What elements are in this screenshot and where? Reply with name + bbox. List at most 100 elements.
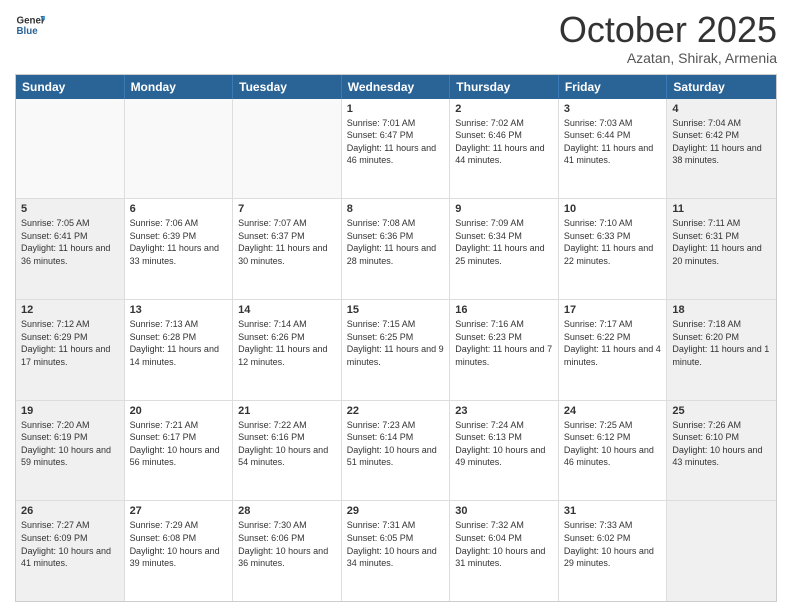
day-info: Sunrise: 7:24 AM Sunset: 6:13 PM Dayligh… [455,419,553,469]
day-number: 29 [347,505,445,517]
day-cell-31: 31 Sunrise: 7:33 AM Sunset: 6:02 PM Dayli… [559,501,668,601]
day-number: 2 [455,103,553,115]
calendar: SundayMondayTuesdayWednesdayThursdayFrid… [15,74,777,602]
day-info: Sunrise: 7:17 AM Sunset: 6:22 PM Dayligh… [564,318,662,368]
day-info: Sunrise: 7:21 AM Sunset: 6:17 PM Dayligh… [130,419,228,469]
day-of-week-saturday: Saturday [667,75,776,99]
day-cell-26: 26Sunrise: 7:27 AM Sunset: 6:09 PM Dayli… [16,501,125,601]
day-info: Sunrise: 7:11 AM Sunset: 6:31 PM Dayligh… [672,217,771,267]
day-cell-8: 8 Sunrise: 7:08 AM Sunset: 6:36 PM Daylig… [342,199,451,299]
day-number: 26 [21,505,119,517]
page: General Blue October 2025 Azatan, Shirak… [0,0,792,612]
day-number: 28 [238,505,336,517]
header: General Blue October 2025 Azatan, Shirak… [15,10,777,66]
day-cell-25: 25 Sunrise: 7:26 AM Sunset: 6:10 PM Dayli… [667,401,776,501]
day-number: 9 [455,203,553,215]
empty-cell-0-2 [233,99,342,199]
empty-cell-4-6 [667,501,776,601]
day-number: 8 [347,203,445,215]
day-number: 23 [455,405,553,417]
day-cell-3: 3Sunrise: 7:03 AM Sunset: 6:44 PM Daylig… [559,99,668,199]
day-number: 5 [21,203,119,215]
day-info: Sunrise: 7:22 AM Sunset: 6:16 PM Dayligh… [238,419,336,469]
day-info: Sunrise: 7:06 AM Sunset: 6:39 PM Dayligh… [130,217,228,267]
day-of-week-monday: Monday [125,75,234,99]
day-cell-30: 30 Sunrise: 7:32 AM Sunset: 6:04 PM Dayli… [450,501,559,601]
calendar-row-0: 1Sunrise: 7:01 AM Sunset: 6:47 PM Daylig… [16,99,776,199]
day-info: Sunrise: 7:32 AM Sunset: 6:04 PM Dayligh… [455,519,553,569]
day-info: Sunrise: 7:13 AM Sunset: 6:28 PM Dayligh… [130,318,228,368]
day-cell-4: 4Sunrise: 7:04 AM Sunset: 6:42 PM Daylig… [667,99,776,199]
day-number: 7 [238,203,336,215]
svg-text:General: General [17,16,46,27]
day-info: Sunrise: 7:29 AM Sunset: 6:08 PM Dayligh… [130,519,228,569]
day-info: Sunrise: 7:30 AM Sunset: 6:06 PM Dayligh… [238,519,336,569]
day-number: 11 [672,203,771,215]
day-cell-13: 13 Sunrise: 7:13 AM Sunset: 6:28 PM Dayli… [125,300,234,400]
day-cell-21: 21Sunrise: 7:22 AM Sunset: 6:16 PM Dayli… [233,401,342,501]
empty-cell-0-0 [16,99,125,199]
day-info: Sunrise: 7:05 AM Sunset: 6:41 PM Dayligh… [21,217,119,267]
calendar-row-1: 5 Sunrise: 7:05 AM Sunset: 6:41 PM Daylig… [16,198,776,299]
calendar-row-3: 19 Sunrise: 7:20 AM Sunset: 6:19 PM Dayli… [16,400,776,501]
day-cell-9: 9Sunrise: 7:09 AM Sunset: 6:34 PM Daylig… [450,199,559,299]
day-number: 19 [21,405,119,417]
logo: General Blue [15,10,45,40]
day-cell-10: 10 Sunrise: 7:10 AM Sunset: 6:33 PM Dayli… [559,199,668,299]
day-info: Sunrise: 7:20 AM Sunset: 6:19 PM Dayligh… [21,419,119,469]
day-number: 25 [672,405,771,417]
day-of-week-tuesday: Tuesday [233,75,342,99]
day-number: 14 [238,304,336,316]
day-info: Sunrise: 7:15 AM Sunset: 6:25 PM Dayligh… [347,318,445,368]
day-cell-28: 28 Sunrise: 7:30 AM Sunset: 6:06 PM Dayli… [233,501,342,601]
location: Azatan, Shirak, Armenia [559,50,777,66]
empty-cell-0-1 [125,99,234,199]
day-cell-17: 17 Sunrise: 7:17 AM Sunset: 6:22 PM Dayli… [559,300,668,400]
day-cell-5: 5 Sunrise: 7:05 AM Sunset: 6:41 PM Daylig… [16,199,125,299]
day-number: 20 [130,405,228,417]
day-number: 17 [564,304,662,316]
day-cell-27: 27 Sunrise: 7:29 AM Sunset: 6:08 PM Dayli… [125,501,234,601]
day-number: 4 [672,103,771,115]
day-of-week-friday: Friday [559,75,668,99]
day-cell-15: 15 Sunrise: 7:15 AM Sunset: 6:25 PM Dayli… [342,300,451,400]
day-of-week-thursday: Thursday [450,75,559,99]
day-info: Sunrise: 7:33 AM Sunset: 6:02 PM Dayligh… [564,519,662,569]
day-cell-2: 2Sunrise: 7:02 AM Sunset: 6:46 PM Daylig… [450,99,559,199]
day-number: 13 [130,304,228,316]
day-info: Sunrise: 7:18 AM Sunset: 6:20 PM Dayligh… [672,318,771,368]
day-cell-12: 12 Sunrise: 7:12 AM Sunset: 6:29 PM Dayli… [16,300,125,400]
day-cell-19: 19 Sunrise: 7:20 AM Sunset: 6:19 PM Dayli… [16,401,125,501]
day-info: Sunrise: 7:08 AM Sunset: 6:36 PM Dayligh… [347,217,445,267]
title-block: October 2025 Azatan, Shirak, Armenia [559,10,777,66]
day-info: Sunrise: 7:01 AM Sunset: 6:47 PM Dayligh… [347,117,445,167]
calendar-header: SundayMondayTuesdayWednesdayThursdayFrid… [16,75,776,99]
day-number: 12 [21,304,119,316]
day-cell-18: 18 Sunrise: 7:18 AM Sunset: 6:20 PM Dayli… [667,300,776,400]
day-number: 22 [347,405,445,417]
day-info: Sunrise: 7:25 AM Sunset: 6:12 PM Dayligh… [564,419,662,469]
calendar-row-2: 12 Sunrise: 7:12 AM Sunset: 6:29 PM Dayli… [16,299,776,400]
day-cell-11: 11 Sunrise: 7:11 AM Sunset: 6:31 PM Dayli… [667,199,776,299]
day-info: Sunrise: 7:12 AM Sunset: 6:29 PM Dayligh… [21,318,119,368]
day-cell-6: 6Sunrise: 7:06 AM Sunset: 6:39 PM Daylig… [125,199,234,299]
day-number: 30 [455,505,553,517]
svg-text:Blue: Blue [17,26,39,37]
logo-icon: General Blue [15,10,45,40]
day-number: 18 [672,304,771,316]
calendar-body: 1Sunrise: 7:01 AM Sunset: 6:47 PM Daylig… [16,99,776,601]
day-cell-23: 23 Sunrise: 7:24 AM Sunset: 6:13 PM Dayli… [450,401,559,501]
day-cell-22: 22 Sunrise: 7:23 AM Sunset: 6:14 PM Dayli… [342,401,451,501]
day-cell-7: 7Sunrise: 7:07 AM Sunset: 6:37 PM Daylig… [233,199,342,299]
day-number: 3 [564,103,662,115]
day-number: 31 [564,505,662,517]
day-number: 10 [564,203,662,215]
day-number: 24 [564,405,662,417]
day-cell-24: 24 Sunrise: 7:25 AM Sunset: 6:12 PM Dayli… [559,401,668,501]
day-info: Sunrise: 7:26 AM Sunset: 6:10 PM Dayligh… [672,419,771,469]
day-number: 27 [130,505,228,517]
day-info: Sunrise: 7:10 AM Sunset: 6:33 PM Dayligh… [564,217,662,267]
day-number: 15 [347,304,445,316]
day-info: Sunrise: 7:23 AM Sunset: 6:14 PM Dayligh… [347,419,445,469]
day-info: Sunrise: 7:31 AM Sunset: 6:05 PM Dayligh… [347,519,445,569]
